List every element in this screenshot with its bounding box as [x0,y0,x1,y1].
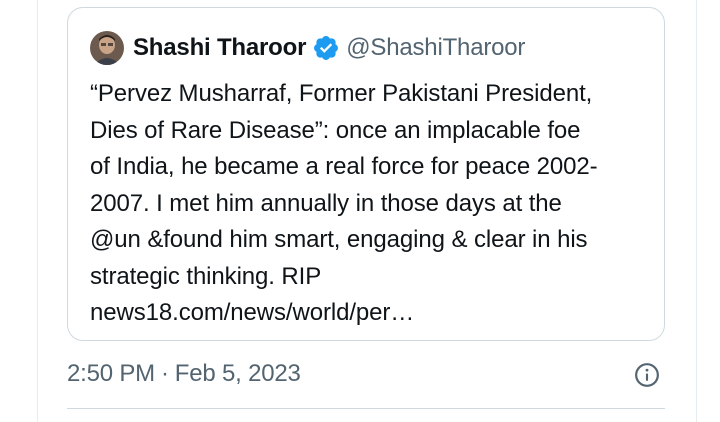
info-icon[interactable] [634,362,660,388]
verified-badge-icon [314,36,339,60]
tweet-text-line: @un &found him smart, engaging & clear i… [90,226,588,253]
author-handle[interactable]: @ShashiTharoor [346,34,525,62]
tweet-text-line: strategic thinking. RIP [90,262,322,290]
quoted-tweet-card[interactable]: Shashi Tharoor @ShashiTharoor “Pervez Mu… [67,7,665,341]
avatar[interactable] [90,31,124,65]
tweet-date[interactable]: Feb 5, 2023 [175,360,301,388]
tweet-time[interactable]: 2:50 PM [67,360,155,388]
tweet-text-line: “Pervez Musharraf, Former Pakistani Pres… [90,80,593,107]
timeline-right-border [696,0,697,422]
quoted-tweet-author-row: Shashi Tharoor @ShashiTharoor [90,28,525,68]
tweet-text-line: of India, he became a real force for pea… [90,153,598,180]
tweet-link[interactable]: news18.com/news/world/per… [90,295,655,332]
meta-separator: · [160,360,169,387]
quoted-tweet-text: “Pervez Musharraf, Former Pakistani Pres… [90,76,655,332]
author-display-name[interactable]: Shashi Tharoor [133,34,306,62]
tweet-text-line: Dies of Rare Disease”: once an implacabl… [90,116,581,144]
avatar-image [90,31,124,65]
meta-divider [67,408,665,409]
timeline-left-border [37,0,38,422]
tweet-meta-row: 2:50 PM · Feb 5, 2023 [67,356,301,392]
tweet-text-line: 2007. I met him annually in those days a… [90,189,562,217]
